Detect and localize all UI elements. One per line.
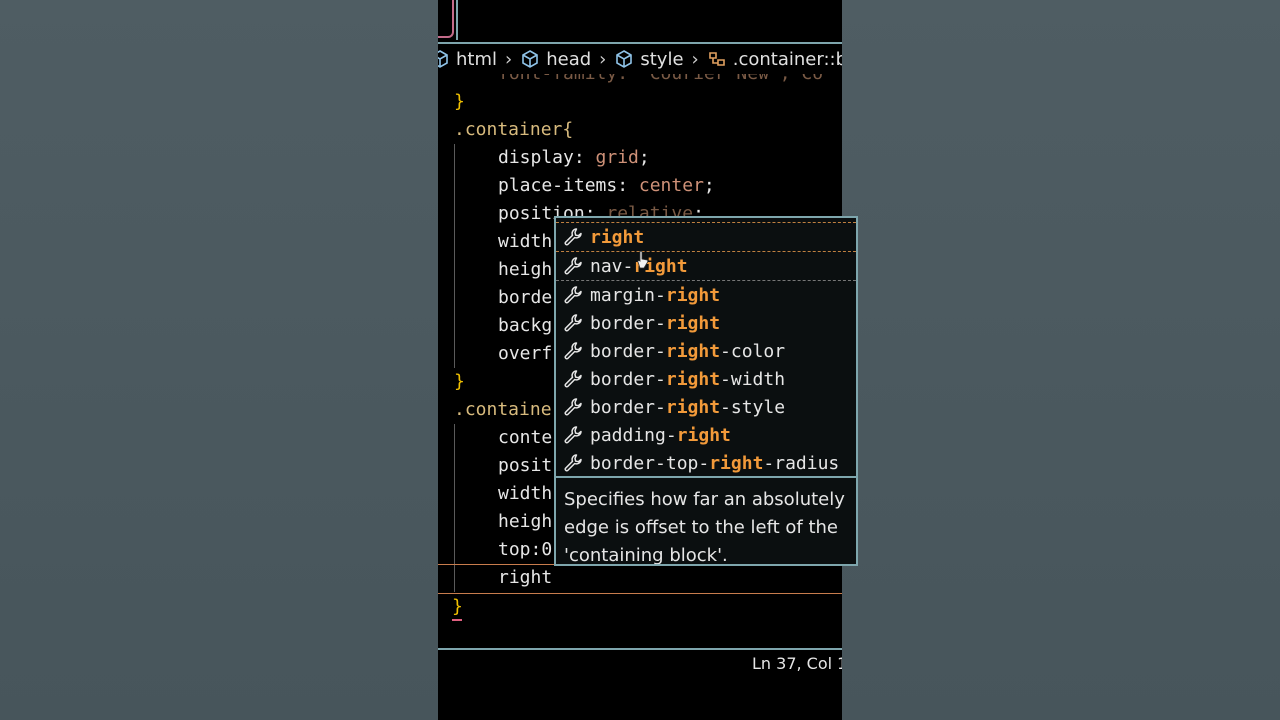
breadcrumb-item-html[interactable]: html — [438, 49, 497, 70]
suggestion-item[interactable]: border-right — [556, 309, 856, 337]
breadcrumb-label: head — [546, 48, 592, 70]
breadcrumb-item-selector[interactable]: .container::be — [707, 49, 842, 70]
current-line-highlight — [438, 564, 842, 594]
code-text: } — [454, 371, 465, 392]
cube-icon — [522, 50, 539, 68]
suggestion-match: right — [665, 312, 721, 334]
wrench-icon — [564, 314, 582, 332]
suggestion-prefix: border- — [590, 396, 666, 418]
suggestion-prefix: margin- — [590, 284, 666, 306]
suggestion-item[interactable]: border-top-right-radius — [556, 449, 856, 477]
code-text: conte — [498, 427, 553, 448]
detail-line: Specifies how far an absolutely — [564, 489, 845, 510]
suggestion-match: right — [590, 226, 645, 248]
suggestion-details: Specifies how far an absolutely edge is … — [556, 476, 856, 564]
code-line: .container{ — [454, 116, 823, 144]
code-line: place-items: center; — [454, 172, 823, 200]
code-text: .container{ — [454, 119, 574, 140]
wrench-icon — [564, 426, 582, 444]
suggestion-item[interactable]: margin-right — [556, 281, 856, 309]
suggestion-item[interactable]: border-right-style — [556, 393, 856, 421]
code-text: .containe — [454, 399, 552, 420]
cube-icon — [616, 50, 633, 68]
right-backdrop — [842, 0, 1280, 720]
suggestion-prefix: border- — [590, 368, 666, 390]
suggestion-list[interactable]: right nav-right margin-right border-right bo… — [556, 222, 856, 477]
suggestion-prefix: padding- — [590, 424, 677, 446]
suggestion-match: right — [665, 340, 721, 362]
wrench-icon — [564, 454, 582, 472]
suggestion-label: border-right-width — [590, 369, 785, 390]
suggestion-prefix: nav- — [590, 255, 634, 277]
tab-edge — [438, 0, 454, 38]
wrench-icon — [564, 342, 582, 360]
code-text: overf — [498, 343, 553, 364]
breadcrumb-item-head[interactable]: head — [520, 49, 591, 70]
suggestion-label: border-right-color — [590, 341, 785, 362]
status-divider — [438, 648, 842, 650]
breadcrumb-label: .container::be — [732, 48, 842, 70]
code-text: heigh — [498, 511, 553, 532]
breadcrumb-label: style — [640, 48, 684, 70]
suggestion-match: right — [665, 368, 721, 390]
code-text: posit — [498, 455, 553, 476]
selector-icon — [708, 52, 725, 66]
code-text: width — [498, 483, 553, 504]
suggestion-prefix: border- — [590, 312, 666, 334]
suggestion-suffix: -radius — [763, 452, 840, 474]
chevron-right-icon: › — [691, 48, 699, 70]
suggestion-match: right — [665, 396, 721, 418]
suggestion-match: right — [676, 424, 731, 446]
left-backdrop — [0, 0, 438, 720]
suggestion-label: border-top-right-radius — [590, 453, 839, 474]
suggestion-item[interactable]: padding-right — [556, 421, 856, 449]
detail-line: edge is offset to the left of the — [564, 517, 839, 538]
code-text: place-items: center; — [498, 175, 715, 196]
code-text: heigh — [498, 259, 553, 280]
suggestion-label: margin-right — [590, 285, 720, 306]
suggestion-label: border-right-style — [590, 397, 785, 418]
suggestion-match: right — [709, 452, 764, 474]
suggestion-suffix: -style — [720, 396, 786, 418]
tab-divider — [456, 0, 458, 40]
code-text: } — [454, 91, 465, 112]
breadcrumb: html › head › style › .container::be — [438, 44, 842, 74]
suggestion-prefix: border- — [590, 340, 666, 362]
cube-icon — [438, 50, 448, 68]
chevron-right-icon: › — [505, 48, 513, 70]
closing-brace: } — [452, 596, 463, 621]
tab-strip — [438, 0, 842, 44]
wrench-icon — [564, 286, 582, 304]
wrench-icon — [564, 228, 582, 246]
code-text: top:0 — [498, 539, 553, 560]
suggestion-suffix: -width — [720, 368, 786, 390]
suggestion-widget[interactable]: right nav-right margin-right border-right bo… — [554, 216, 858, 566]
suggestion-item[interactable]: nav-right — [556, 252, 856, 281]
detail-line: 'containing block'. — [564, 545, 728, 564]
indent-guide — [454, 144, 455, 368]
suggestion-item[interactable]: border-right-color — [556, 337, 856, 365]
suggestion-match: right — [665, 284, 721, 306]
suggestion-item[interactable]: border-right-width — [556, 365, 856, 393]
wrench-icon — [564, 257, 582, 275]
breadcrumb-label: html — [456, 48, 498, 70]
mouse-pointer-icon — [637, 250, 649, 269]
chevron-right-icon: › — [599, 48, 607, 70]
suggestion-item[interactable]: right — [556, 222, 856, 252]
code-text: backg — [498, 315, 553, 336]
suggestion-suffix: -color — [720, 340, 786, 362]
code-text: display: grid; — [498, 147, 650, 168]
code-line: display: grid; — [454, 144, 823, 172]
code-text: width — [498, 231, 553, 252]
suggestion-label: right — [590, 227, 644, 248]
code-line: } — [454, 88, 823, 116]
wrench-icon — [564, 370, 582, 388]
suggestion-prefix: border-top- — [590, 452, 710, 474]
breadcrumb-item-style[interactable]: style — [614, 48, 684, 70]
code-text: borde — [498, 287, 553, 308]
suggestion-label: padding-right — [590, 425, 731, 446]
wrench-icon — [564, 398, 582, 416]
suggestion-label: border-right — [590, 313, 720, 334]
cursor-position-status[interactable]: Ln 37, Col 1 — [752, 654, 842, 673]
